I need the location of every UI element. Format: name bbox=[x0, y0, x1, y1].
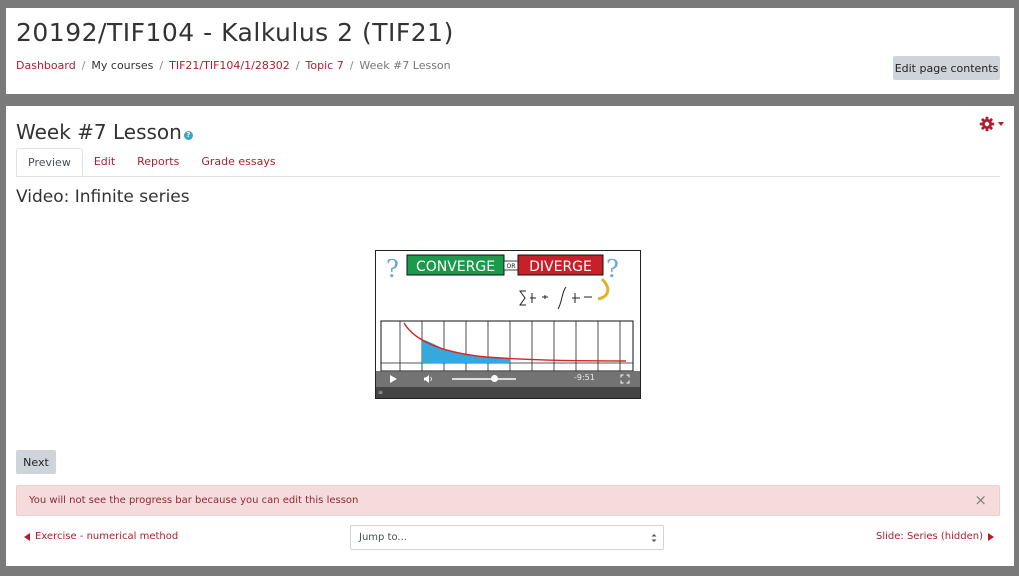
select-arrows-icon bbox=[651, 534, 657, 542]
tab-edit[interactable]: Edit bbox=[83, 148, 126, 176]
breadcrumb-current: Week #7 Lesson bbox=[359, 59, 451, 72]
arrow-right-icon bbox=[988, 532, 994, 541]
fullscreen-icon[interactable] bbox=[620, 374, 630, 384]
activity-title: Week #7 Lesson bbox=[16, 120, 182, 144]
tab-grade-essays[interactable]: Grade essays bbox=[190, 148, 286, 176]
jump-to-select[interactable]: Jump to... bbox=[350, 525, 664, 550]
breadcrumb-my-courses[interactable]: My courses bbox=[91, 59, 153, 72]
close-icon[interactable]: × bbox=[974, 493, 987, 508]
main-content: Week #7 Lesson ? Preview Edit Reports Gr… bbox=[6, 106, 1014, 566]
alert-message: You will not see the progress bar becaus… bbox=[29, 495, 359, 506]
seek-bar[interactable] bbox=[452, 378, 516, 380]
progress-alert: You will not see the progress bar becaus… bbox=[16, 485, 1000, 516]
time-remaining: -9:51 bbox=[574, 373, 595, 382]
previous-activity-link[interactable]: Exercise - numerical method bbox=[24, 531, 178, 542]
breadcrumb-course[interactable]: TIF21/TIF104/1/28302 bbox=[169, 59, 290, 72]
breadcrumb-separator: / bbox=[349, 59, 354, 72]
breadcrumb-topic[interactable]: Topic 7 bbox=[306, 59, 344, 72]
next-activity-label: Slide: Series (hidden) bbox=[876, 531, 983, 542]
previous-activity-label: Exercise - numerical method bbox=[35, 531, 179, 542]
video-footer-strip bbox=[376, 387, 640, 398]
video-player[interactable]: ? ? CONVERGE OR DIVERGE -9:51 ≡ bbox=[375, 250, 641, 399]
settings-menu[interactable] bbox=[979, 116, 1004, 132]
lesson-page-title: Video: Infinite series bbox=[16, 187, 190, 207]
tab-reports[interactable]: Reports bbox=[126, 148, 190, 176]
volume-icon[interactable] bbox=[423, 374, 433, 384]
breadcrumb-separator: / bbox=[159, 59, 164, 72]
or-label: OR bbox=[507, 263, 516, 270]
graph-box bbox=[380, 320, 634, 372]
diverge-label: DIVERGE bbox=[529, 259, 592, 275]
breadcrumb-separator: / bbox=[81, 59, 86, 72]
activity-title-row: Week #7 Lesson ? bbox=[16, 120, 193, 144]
chevron-down-icon bbox=[998, 122, 1004, 126]
edit-page-contents-button[interactable]: Edit page contents bbox=[893, 56, 1000, 80]
converge-label: CONVERGE bbox=[416, 259, 495, 275]
question-mark-right: ? bbox=[606, 255, 619, 283]
gear-icon bbox=[979, 116, 995, 132]
page-header: 20192/TIF104 - Kalkulus 2 (TIF21) Dashbo… bbox=[6, 8, 1014, 94]
breadcrumb-separator: / bbox=[295, 59, 300, 72]
video-cc-icon: ≡ bbox=[378, 389, 384, 396]
course-title: 20192/TIF104 - Kalkulus 2 (TIF21) bbox=[16, 18, 454, 47]
breadcrumb-dashboard[interactable]: Dashboard bbox=[16, 59, 76, 72]
video-controls: -9:51 bbox=[376, 371, 640, 387]
next-activity-link[interactable]: Slide: Series (hidden) bbox=[876, 531, 994, 542]
seek-handle[interactable] bbox=[490, 375, 498, 382]
jump-to-placeholder: Jump to... bbox=[359, 532, 407, 543]
question-icon[interactable]: ? bbox=[183, 130, 193, 140]
question-mark-left: ? bbox=[386, 255, 399, 283]
activity-tabs: Preview Edit Reports Grade essays bbox=[16, 148, 1000, 177]
arrow-left-icon bbox=[24, 532, 30, 541]
tab-preview[interactable]: Preview bbox=[16, 148, 83, 176]
next-button[interactable]: Next bbox=[16, 450, 56, 474]
play-icon[interactable] bbox=[388, 374, 398, 384]
breadcrumb: Dashboard / My courses / TIF21/TIF104/1/… bbox=[16, 59, 451, 72]
